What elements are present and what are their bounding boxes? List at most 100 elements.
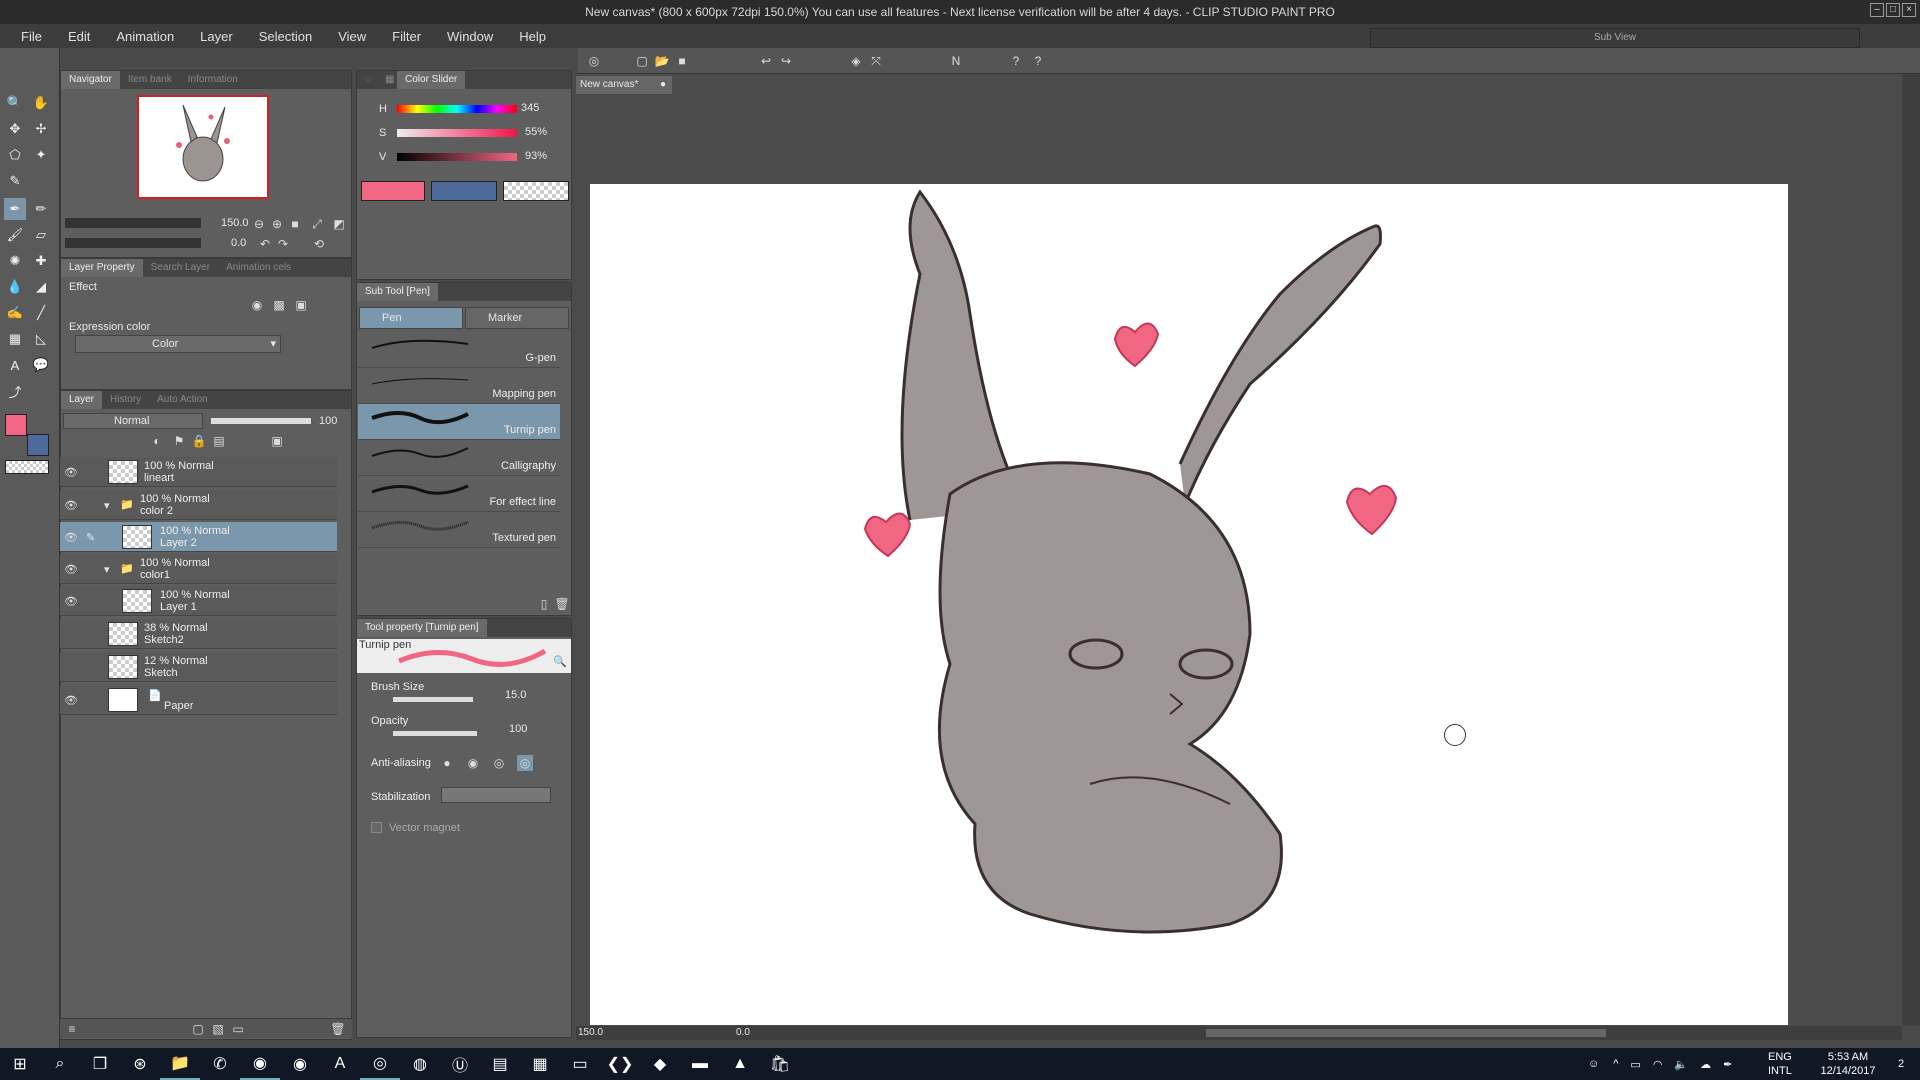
minimize-icon[interactable]: –	[1870, 3, 1884, 17]
brush-turnip-pen[interactable]: Turnip pen	[358, 404, 560, 440]
delete-sub-tool-icon[interactable]: 🗑	[554, 596, 570, 612]
lock-transparency-icon[interactable]: ▤	[211, 433, 227, 449]
undo-icon[interactable]: ↩	[758, 53, 774, 69]
snap-ruler-icon[interactable]: N	[948, 53, 964, 69]
zoom-out-icon[interactable]: ⊖	[251, 216, 267, 232]
tab-animation-cels[interactable]: Animation cels	[218, 259, 299, 277]
vscode-icon[interactable]: ❮❯	[600, 1048, 640, 1080]
rotate-right-icon[interactable]: ↷	[275, 236, 291, 252]
antialias-weak-icon[interactable]: ◉	[465, 755, 481, 771]
pencil-tool-icon[interactable]: ✏	[30, 198, 52, 220]
windows-icon[interactable]: ⊞	[0, 1048, 40, 1080]
slides-icon[interactable]: ▭	[560, 1048, 600, 1080]
brush-calligraphy[interactable]: Calligraphy	[358, 440, 560, 476]
photos-icon[interactable]: ▲	[720, 1048, 760, 1080]
eye-icon[interactable]: 👁	[64, 595, 78, 608]
chrome-icon[interactable]: ◉	[240, 1048, 280, 1080]
pen-icon[interactable]: ✒	[1723, 1058, 1732, 1071]
hand-tool-icon[interactable]: ✋	[30, 92, 52, 114]
brush-g-pen[interactable]: G-pen	[358, 332, 560, 368]
vector-magnet-checkbox[interactable]	[371, 822, 382, 833]
zoom-in-icon[interactable]: ⊕	[269, 216, 285, 232]
layer-row-layer-1[interactable]: 👁 100 % Normal Layer 1	[60, 586, 337, 616]
delete-layer-icon[interactable]: 🗑	[330, 1021, 346, 1037]
language-indicator[interactable]: ENG INTL	[1768, 1048, 1792, 1080]
chevron-up-icon[interactable]: ^	[1613, 1058, 1618, 1070]
tab-tool-property[interactable]: Tool property [Turnip pen]	[357, 619, 487, 637]
git-icon[interactable]: ◆	[640, 1048, 680, 1080]
eraser-tool-icon[interactable]: ▱	[30, 224, 52, 246]
app-a-icon[interactable]: A	[320, 1048, 360, 1080]
close-tab-icon[interactable]: ●	[660, 76, 666, 94]
hue-slider[interactable]	[397, 105, 517, 113]
blend-tool-icon[interactable]: ✍	[4, 302, 26, 324]
new-raster-layer-icon[interactable]: ▢	[190, 1021, 206, 1037]
terminal-icon[interactable]: ▬	[680, 1048, 720, 1080]
lasso-tool-icon[interactable]: ⬠	[4, 144, 26, 166]
airbrush-tool-icon[interactable]: ✺	[4, 250, 26, 272]
task-view-icon[interactable]: ❐	[80, 1048, 120, 1080]
zoom-slider[interactable]	[65, 218, 201, 228]
sub-color-swatch[interactable]	[27, 434, 49, 456]
layer-menu-icon[interactable]: ≡	[64, 1021, 80, 1037]
expression-color-select[interactable]: Color ▾	[75, 335, 281, 353]
balloon-tool-icon[interactable]: 💬	[30, 354, 52, 376]
layer-row-sketch[interactable]: 12 % Normal Sketch	[60, 652, 337, 682]
sub-tool-group-marker[interactable]: Marker	[465, 307, 569, 329]
opacity-slider[interactable]	[393, 731, 477, 736]
eye-icon[interactable]: 👁	[64, 499, 78, 512]
rotation-slider[interactable]	[65, 238, 201, 248]
wifi-icon[interactable]: ◠	[1653, 1058, 1663, 1071]
layer-mask-icon[interactable]: ▣	[269, 433, 285, 449]
zoom-tool-icon[interactable]: 🔍	[4, 92, 26, 114]
antialias-none-icon[interactable]: ●	[439, 755, 455, 771]
eye-icon[interactable]: 👁	[64, 466, 78, 479]
vertical-scrollbar[interactable]	[1902, 74, 1920, 1026]
layer-row-sketch2[interactable]: 38 % Normal Sketch2	[60, 619, 337, 649]
file-explorer-icon[interactable]: 📁	[160, 1048, 200, 1080]
tab-layer-property[interactable]: Layer Property	[61, 259, 143, 277]
eyedropper-icon[interactable]: ✎	[4, 170, 26, 192]
new-file-icon[interactable]: ▢	[634, 53, 650, 69]
volume-icon[interactable]: 🔈	[1674, 1058, 1688, 1071]
menu-layer[interactable]: Layer	[200, 29, 233, 44]
open-file-icon[interactable]: 📂	[654, 53, 670, 69]
sheets-icon[interactable]: ▦	[520, 1048, 560, 1080]
canvas-tab[interactable]: New canvas* ●	[576, 76, 672, 94]
layer-color-icon[interactable]: ▣	[293, 297, 309, 313]
line-tool-icon[interactable]: ╱	[30, 302, 52, 324]
frame-tool-icon[interactable]: ▦	[4, 328, 26, 350]
text-tool-icon[interactable]: A	[4, 354, 26, 376]
clip-studio-paint-icon[interactable]: ◍	[400, 1048, 440, 1080]
transparent-color-box[interactable]	[503, 181, 569, 201]
tab-navigator[interactable]: Navigator	[61, 71, 120, 89]
eye-icon[interactable]: 👁	[64, 531, 78, 544]
maximize-icon[interactable]: □	[1886, 3, 1900, 17]
layer-row-layer-2[interactable]: 👁 ✎ 100 % Normal Layer 2	[60, 522, 337, 552]
search-icon[interactable]: ⌕	[40, 1048, 80, 1080]
tab-item-bank[interactable]: Item bank	[120, 71, 180, 89]
ruler-tool-icon[interactable]: ◺	[30, 328, 52, 350]
sub-tool-group-pen[interactable]: Pen	[359, 307, 463, 329]
tab-history[interactable]: History	[102, 391, 149, 409]
drawing-canvas[interactable]	[590, 184, 1788, 1025]
horizontal-scrollbar[interactable]	[1206, 1029, 1606, 1037]
clip-studio-icon[interactable]: ◎	[360, 1048, 400, 1080]
tab-auto-action[interactable]: Auto Action	[149, 391, 216, 409]
pen-tool-icon[interactable]: ✒	[4, 198, 26, 220]
actual-size-icon[interactable]: ■	[287, 216, 303, 232]
magnify-icon[interactable]: 🔍	[553, 655, 567, 668]
redo-icon[interactable]: ↪	[778, 53, 794, 69]
brush-for-effect-line[interactable]: For effect line	[358, 476, 560, 512]
lock-layer-icon[interactable]: 🔒	[191, 433, 207, 449]
layer-row-color1[interactable]: 👁 ▾ 📁 100 % Normal color1	[60, 554, 337, 584]
fill-tool-icon[interactable]: 💧	[4, 276, 26, 298]
antialias-strong-icon[interactable]: ◎	[517, 755, 533, 771]
color-wheel-tab-icon[interactable]: ◌	[357, 71, 377, 89]
battery-icon[interactable]: ▭	[1630, 1058, 1640, 1071]
brush-size-slider[interactable]	[393, 697, 473, 702]
docs-icon[interactable]: ▤	[480, 1048, 520, 1080]
blend-mode-select[interactable]: Normal	[63, 413, 203, 429]
close-icon[interactable]: ×	[1902, 3, 1916, 17]
tab-color-slider[interactable]: Color Slider	[397, 71, 466, 89]
